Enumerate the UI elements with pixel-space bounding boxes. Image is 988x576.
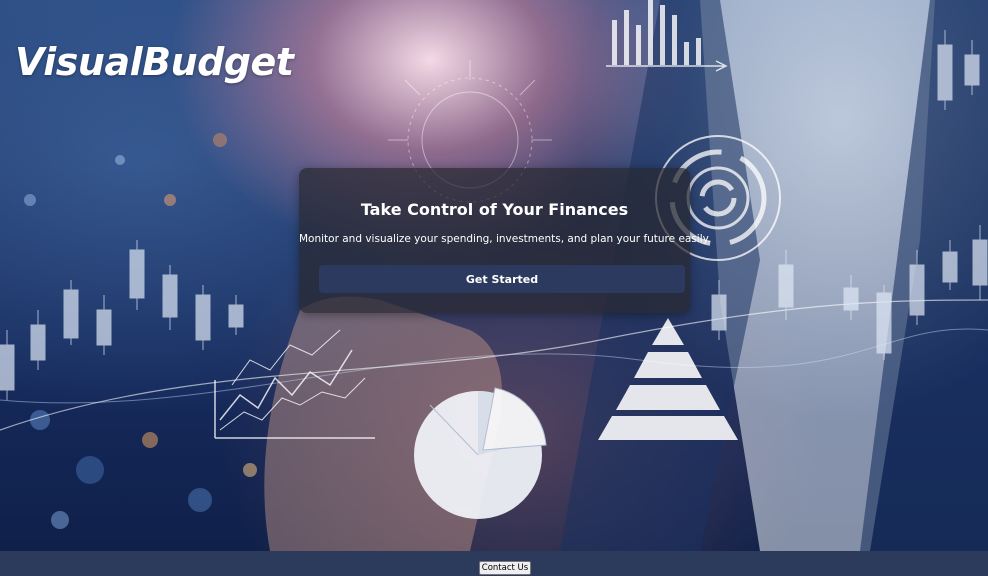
get-started-button[interactable]: Get Started <box>319 265 685 293</box>
hero-title: Take Control of Your Finances <box>360 200 629 219</box>
contact-us-button[interactable]: Contact Us <box>479 561 531 575</box>
hero-subtitle: Monitor and visualize your spending, inv… <box>299 233 711 245</box>
brand-logo[interactable]: VisualBudget <box>15 40 294 84</box>
footer-bar: Contact Us <box>0 551 988 576</box>
hero-section: VisualBudget Take Control of Your Financ… <box>0 0 988 551</box>
hero-card: Take Control of Your Finances Monitor an… <box>299 168 711 313</box>
